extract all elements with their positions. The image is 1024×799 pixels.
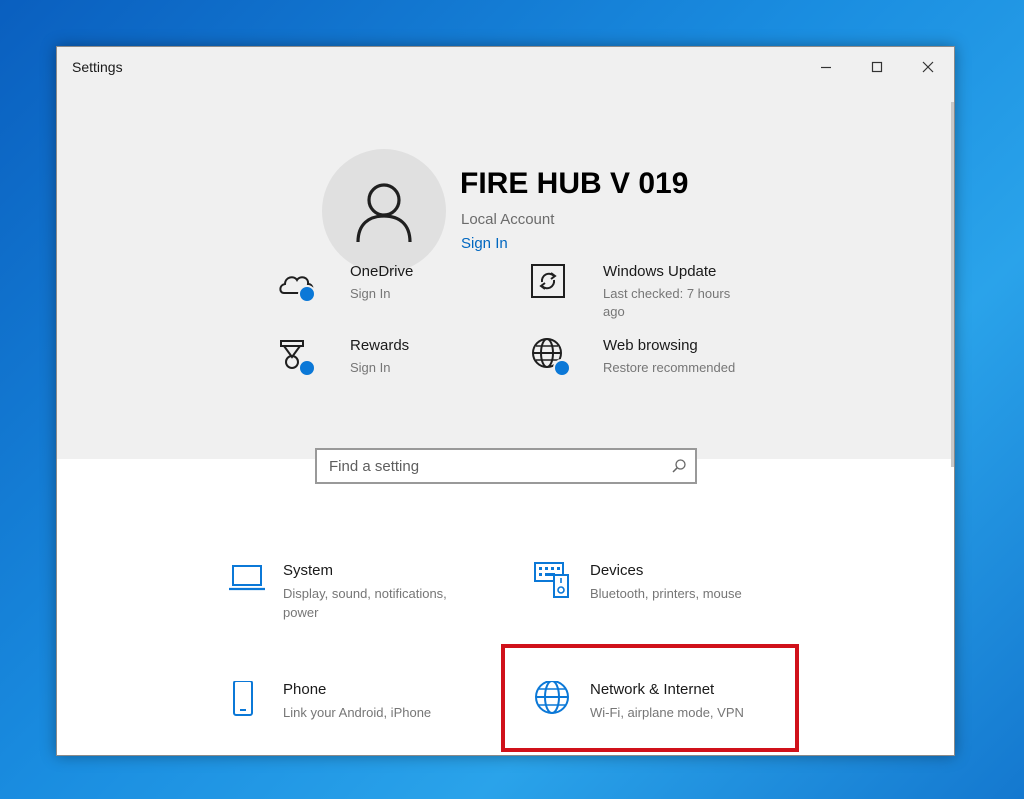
notification-dot — [553, 359, 571, 377]
notification-dot — [298, 359, 316, 377]
windows-update-title: Windows Update — [603, 263, 717, 280]
user-icon — [356, 183, 412, 243]
category-devices[interactable]: Devices Bluetooth, printers, mouse — [534, 562, 804, 632]
devices-title: Devices — [590, 562, 644, 579]
rewards-title: Rewards — [350, 337, 410, 354]
sign-in-link[interactable]: Sign In — [461, 235, 508, 252]
onedrive-icon-wrap — [278, 263, 318, 303]
keyboard-icon — [534, 562, 569, 598]
maximize-button[interactable] — [854, 47, 900, 87]
phone-title: Phone — [283, 681, 327, 698]
phone-subtitle: Link your Android, iPhone — [283, 705, 432, 720]
onedrive-title: OneDrive — [350, 263, 414, 280]
onedrive-subtitle: Sign In — [350, 286, 391, 301]
account-type: Local Account — [461, 211, 555, 228]
system-title: System — [283, 562, 334, 579]
maximize-icon — [871, 61, 883, 73]
web-browsing-icon-wrap — [531, 337, 571, 377]
rewards-subtitle: Sign In — [350, 360, 391, 375]
category-phone[interactable]: Phone Link your Android, iPhone — [227, 681, 497, 751]
search-box[interactable] — [315, 448, 697, 484]
windows-update-icon-wrap — [531, 263, 571, 303]
web-browsing-subtitle: Restore recommended — [603, 360, 736, 375]
category-system[interactable]: System Display, sound, notifications, po… — [227, 562, 497, 632]
rewards-icon-wrap — [278, 337, 318, 377]
window-title: Settings — [72, 59, 123, 75]
title-bar[interactable]: Settings — [57, 47, 954, 87]
devices-subtitle: Bluetooth, printers, mouse — [590, 586, 742, 601]
account-header: FIRE HUB V 019 Local Account Sign In One… — [57, 87, 954, 459]
phone-icon — [233, 681, 253, 716]
highlight-box — [501, 644, 799, 752]
update-icon — [531, 264, 565, 298]
web-browsing-title: Web browsing — [603, 337, 698, 354]
laptop-icon — [229, 565, 265, 591]
system-subtitle: Display, sound, notifications, power — [283, 586, 447, 620]
account-name: FIRE HUB V 019 — [460, 167, 689, 200]
close-icon — [922, 61, 934, 73]
scrollbar[interactable] — [951, 102, 954, 467]
minimize-icon — [821, 66, 831, 69]
minimize-button[interactable] — [803, 47, 849, 87]
notification-dot — [298, 285, 316, 303]
avatar[interactable] — [322, 149, 446, 273]
search-input[interactable] — [317, 450, 657, 482]
windows-update-subtitle: Last checked: 7 hours ago — [603, 286, 731, 319]
close-button[interactable] — [905, 47, 951, 87]
settings-window: Settings FIRE HUB V 019 Local Account Si… — [56, 46, 955, 756]
search-icon[interactable] — [671, 458, 687, 474]
